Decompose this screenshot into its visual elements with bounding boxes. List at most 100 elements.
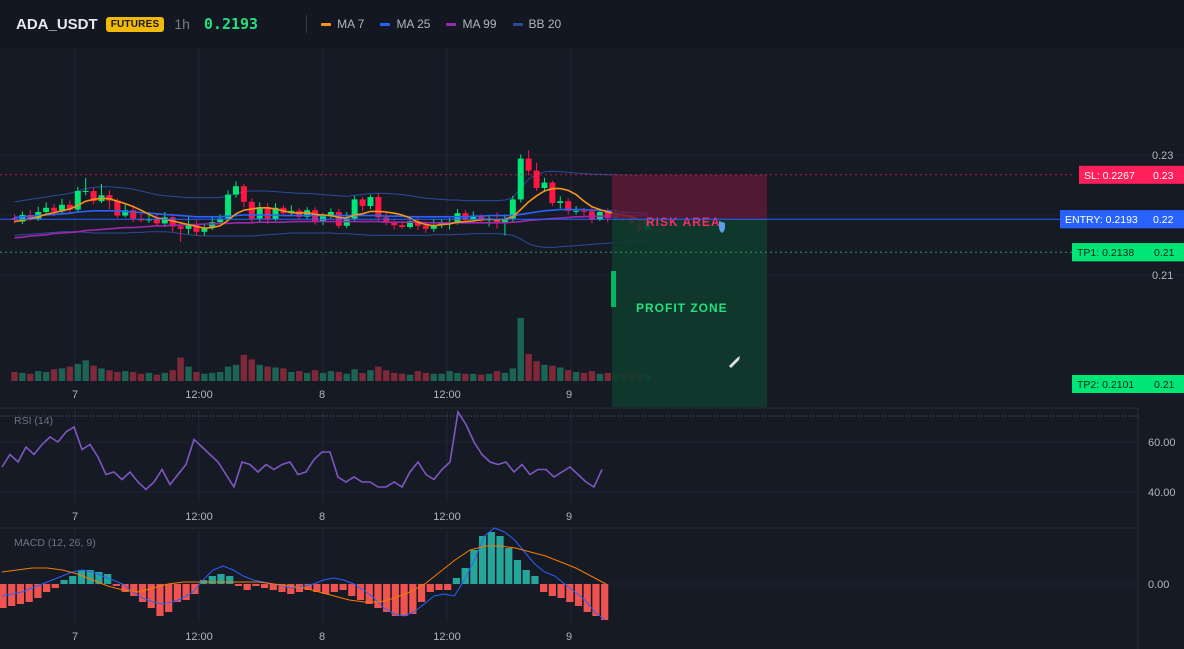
macd-histogram-bar xyxy=(496,536,504,584)
macd-histogram-bar xyxy=(540,584,548,592)
volume-bar xyxy=(327,371,335,381)
volume-bar xyxy=(264,366,271,381)
risk-zone xyxy=(612,174,767,220)
volume-bar xyxy=(296,371,303,381)
macd-histogram-bar xyxy=(548,584,556,596)
candle-body xyxy=(114,200,121,216)
volume-bar xyxy=(319,372,327,381)
macd-histogram-bar xyxy=(592,584,600,616)
volume-bar xyxy=(525,354,532,381)
volume-bar xyxy=(454,372,461,381)
volume-bar xyxy=(501,372,509,381)
time-tick-label: 8 xyxy=(319,631,325,643)
volume-bar xyxy=(311,370,319,381)
time-tick-label: 8 xyxy=(319,389,325,401)
volume-bar xyxy=(224,366,232,381)
volume-bar xyxy=(153,374,161,381)
time-tick-label: 7 xyxy=(72,631,78,643)
rsi-title: RSI (14) xyxy=(14,415,53,427)
macd-histogram-bar xyxy=(252,584,260,586)
rsi-tick-label: 40.00 xyxy=(1148,487,1176,499)
macd-histogram-bar xyxy=(69,576,77,584)
volume-bar xyxy=(288,372,295,381)
macd-histogram-bar xyxy=(322,584,330,594)
level-axis-value: 0.23 xyxy=(1153,170,1174,182)
macd-histogram-bar xyxy=(479,536,487,584)
macd-histogram-bar xyxy=(208,576,216,584)
volume-bar xyxy=(82,360,89,381)
volume-bar xyxy=(517,318,524,381)
macd-histogram-bar xyxy=(513,560,522,584)
candle-body xyxy=(454,213,461,223)
candle-body xyxy=(375,197,382,218)
level-axis-value: 0.21 xyxy=(1154,247,1175,259)
candle-body xyxy=(232,186,239,195)
candle-body xyxy=(225,194,232,219)
candle-body xyxy=(399,225,406,227)
volume-bar xyxy=(256,364,263,381)
volume-bar xyxy=(406,374,414,381)
volume-bar xyxy=(414,371,422,381)
volume-bar xyxy=(343,373,350,381)
macd-histogram-bar xyxy=(461,568,469,584)
candle-body xyxy=(177,226,184,229)
macd-histogram-bar xyxy=(226,576,234,584)
volume-bar xyxy=(122,371,129,381)
candle-body xyxy=(391,222,398,226)
candle-body xyxy=(153,219,160,224)
macd-histogram-bar xyxy=(400,584,408,616)
macd-histogram-bar xyxy=(531,576,539,584)
volume-bar xyxy=(272,367,279,381)
time-tick-label: 12:00 xyxy=(185,511,213,523)
candle-body xyxy=(525,158,532,171)
time-tick-label: 9 xyxy=(566,631,572,643)
rsi-tick-label: 60.00 xyxy=(1148,437,1176,449)
volume-bar xyxy=(137,373,145,381)
time-tick-label: 9 xyxy=(566,389,572,401)
risk-area-label: RISK AREA xyxy=(646,215,721,229)
macd-histogram-bar xyxy=(444,584,452,590)
candle-body xyxy=(581,210,588,212)
candle-body xyxy=(557,201,564,203)
candle-body xyxy=(240,186,247,202)
candle-body xyxy=(541,182,548,188)
volume-bar xyxy=(232,364,240,381)
macd-histogram-bar xyxy=(25,584,33,602)
macd-histogram-bar xyxy=(566,584,574,602)
volume-bar xyxy=(462,373,469,381)
time-tick-label: 8 xyxy=(319,511,325,523)
volume-bar xyxy=(541,364,548,381)
volume-bar xyxy=(66,366,74,381)
volume-bar xyxy=(390,372,398,381)
volume-bar xyxy=(493,371,501,381)
volume-bar xyxy=(161,372,168,381)
macd-histogram-bar xyxy=(522,570,530,584)
time-tick-label: 12:00 xyxy=(185,631,213,643)
time-tick-label: 12:00 xyxy=(433,511,461,523)
volume-bar xyxy=(509,368,517,381)
chart-canvas[interactable]: RISK AREA PROFIT ZONE SL: 0.2267 0.23 ENTRY:… xyxy=(0,0,1184,649)
macd-histogram-bar xyxy=(243,584,251,590)
macd-histogram-bar xyxy=(583,584,591,612)
volume-bar xyxy=(303,372,311,381)
macd-histogram-bar xyxy=(426,584,434,592)
level-axis-value: 0.22 xyxy=(1153,214,1174,226)
macd-histogram-bar xyxy=(601,584,609,620)
candle-body xyxy=(359,199,366,206)
volume-bar xyxy=(90,365,97,381)
candle-body xyxy=(264,207,271,220)
volume-bar xyxy=(359,372,366,381)
level-label: TP1: 0.2138 xyxy=(1077,247,1134,259)
macd-histogram-bar xyxy=(156,584,164,616)
candle-body xyxy=(573,210,580,212)
volume-bar xyxy=(106,370,113,381)
level-label: SL: 0.2267 xyxy=(1084,170,1135,182)
level-label: ENTRY: 0.2193 xyxy=(1065,214,1138,226)
volume-bar xyxy=(280,368,287,381)
chart-app: ADA_USDT FUTURES 1h 0.2193 MA 7 MA 25 MA… xyxy=(0,0,1184,649)
macd-histogram-bar xyxy=(112,584,120,586)
level-label: TP2: 0.2101 xyxy=(1077,379,1134,391)
volume-bar xyxy=(446,371,453,381)
candle-body xyxy=(533,170,540,188)
volume-bar xyxy=(549,365,556,381)
